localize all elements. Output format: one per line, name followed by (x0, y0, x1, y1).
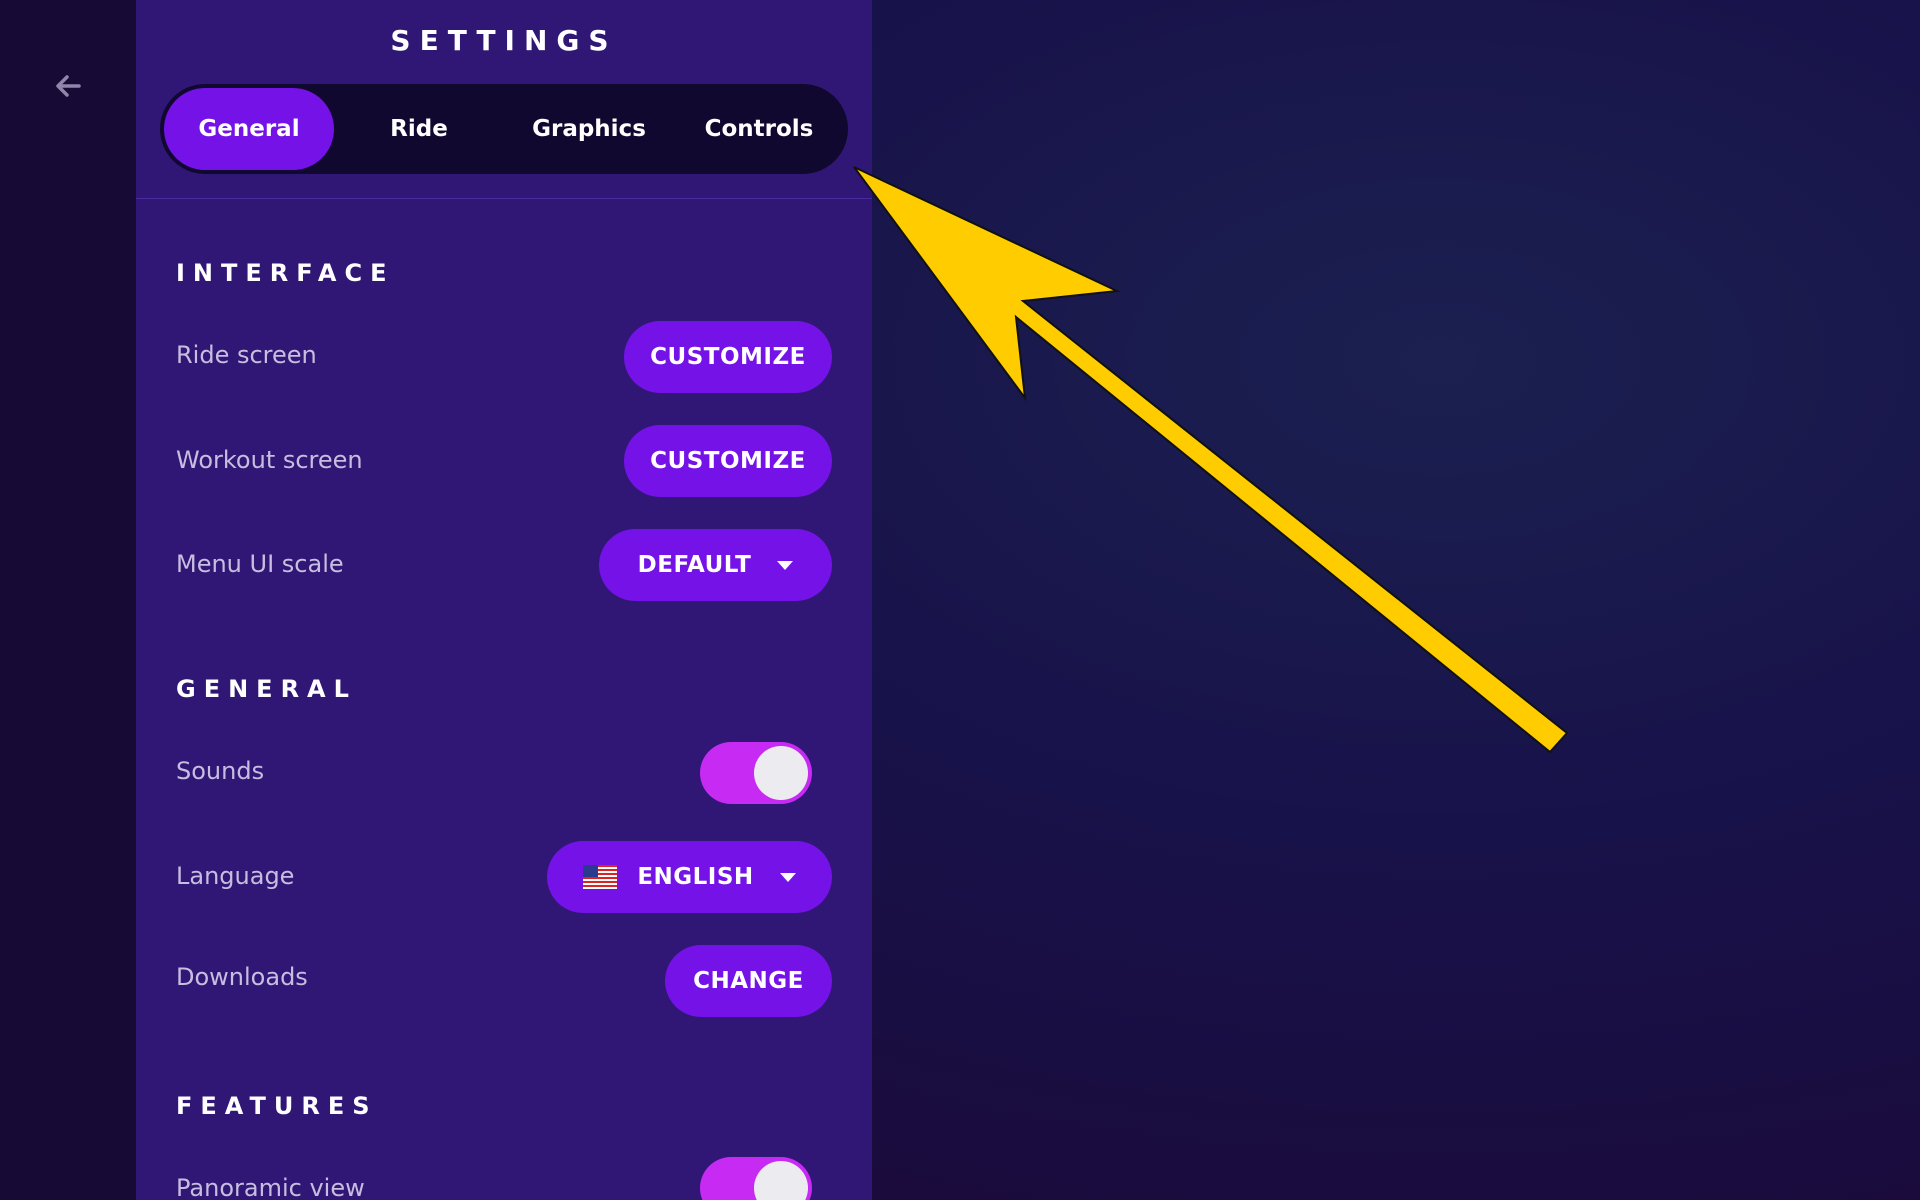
annotation-arrow-icon (853, 166, 1569, 754)
